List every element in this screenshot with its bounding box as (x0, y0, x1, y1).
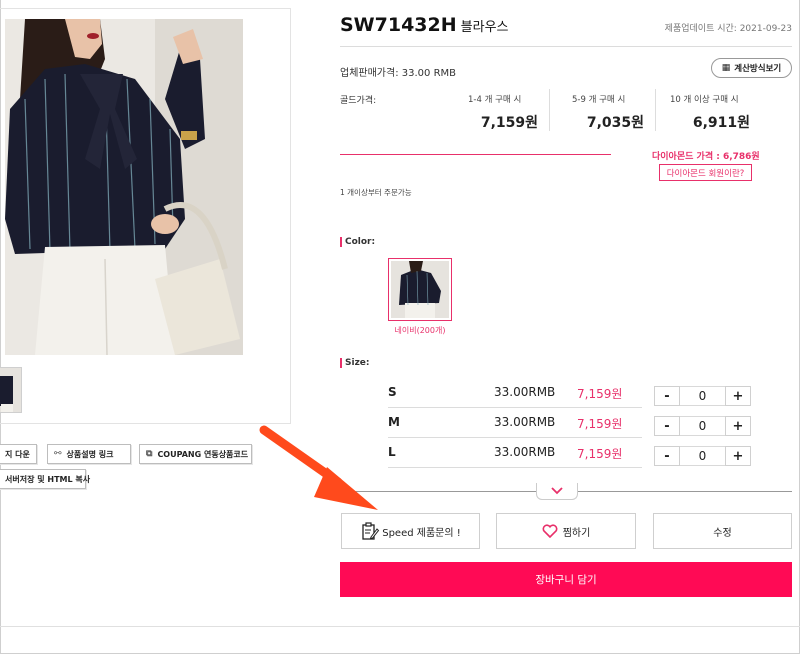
html-copy-label: 서버저장 및 HTML 복사 (5, 474, 91, 484)
size-row-m: M 33.00RMB 7,159원 (388, 408, 642, 438)
add-to-cart-label: 장바구니 담기 (535, 574, 597, 586)
color-option-label: 네이비(200개) (394, 326, 446, 335)
tier-caption: 1-4 개 구매 시 (468, 95, 522, 105)
color-option-navy[interactable] (388, 258, 452, 321)
edit-label: 수정 (713, 527, 732, 539)
quantity-value[interactable]: 0 (679, 417, 726, 435)
product-thumbnail[interactable] (0, 367, 22, 413)
size-name: S (388, 385, 397, 399)
coupang-code-button[interactable]: ⧉ COUPANG 연동상품코드 (139, 444, 252, 464)
diamond-price-label: 다이아몬드 가격 : (652, 152, 720, 162)
image-download-label: 지 다운 (5, 449, 30, 459)
header-divider (340, 46, 792, 47)
coupang-code-label: COUPANG 연동상품코드 (157, 449, 249, 459)
size-name: M (388, 415, 400, 429)
wholesale-price-value: 33.00 RMB (401, 68, 457, 79)
chevron-down-icon (551, 487, 563, 495)
calculator-icon: ▦ (721, 63, 731, 73)
decrease-button[interactable]: - (654, 446, 680, 466)
size-won-price: 7,159원 (577, 417, 623, 431)
price-divider (340, 154, 611, 155)
size-rmb-price: 33.00RMB (494, 445, 556, 459)
size-row-s: S 33.00RMB 7,159원 (388, 378, 642, 408)
calculation-method-label: 계산방식보기 (734, 64, 782, 74)
diamond-price: 다이아몬드 가격 : 6,786원 (652, 149, 760, 162)
increase-button[interactable]: + (725, 416, 751, 436)
add-to-cart-button[interactable]: 장바구니 담기 (340, 562, 792, 597)
color-section-label: Color: (340, 237, 375, 247)
link-icon: ⚯ (54, 449, 62, 459)
image-download-button[interactable]: 지 다운 (0, 444, 37, 464)
copy-icon: ⧉ (146, 449, 153, 459)
price-tier-1: 1-4 개 구매 시 7,159원 (440, 90, 548, 140)
wishlist-label: 찜하기 (562, 527, 591, 539)
calculation-method-button[interactable]: ▦ 계산방식보기 (711, 58, 792, 78)
update-time-label: 제품업데이트 시간: (664, 24, 737, 34)
wholesale-price: 업체판매가격: 33.00 RMB (340, 64, 456, 79)
update-time-value: 2021-09-23 (739, 24, 792, 34)
html-copy-button[interactable]: 서버저장 및 HTML 복사 (0, 469, 90, 489)
clipboard-edit-icon (362, 522, 380, 540)
size-won-price: 7,159원 (577, 387, 623, 401)
update-time: 제품업데이트 시간: 2021-09-23 (665, 21, 792, 34)
diamond-member-info-button[interactable]: 다이아몬드 회원이란? (659, 164, 752, 181)
price-tier-3: 10 개 이상 구매 시 6,911원 (656, 90, 760, 140)
product-image-box (0, 8, 291, 424)
size-rmb-price: 33.00RMB (494, 385, 556, 399)
min-order-note: 1 개이상부터 주문가능 (340, 188, 412, 197)
size-row-l: L 33.00RMB 7,159원 (388, 438, 642, 468)
collapse-toggle[interactable] (536, 483, 578, 500)
product-link-label: 상품설명 링크 (66, 449, 114, 459)
tier-price: 7,159원 (480, 115, 538, 131)
edit-button[interactable]: 수정 (653, 513, 792, 549)
price-tier-2: 5-9 개 구매 시 7,035원 (550, 90, 654, 140)
heart-icon (542, 524, 558, 538)
wholesale-price-label: 업체판매가격: (340, 68, 399, 79)
product-title: SW71432H 블라우스 (340, 14, 509, 36)
size-name: L (388, 445, 396, 459)
size-rmb-price: 33.00RMB (494, 415, 556, 429)
gold-price-label: 골드가격: (340, 96, 377, 106)
product-code: SW71432H (340, 14, 457, 36)
product-main-image[interactable] (5, 19, 243, 355)
decrease-button[interactable]: - (654, 386, 680, 406)
product-link-button[interactable]: ⚯ 상품설명 링크 (47, 444, 131, 464)
footer-divider (0, 626, 800, 627)
tier-price: 6,911원 (692, 115, 750, 131)
decrease-button[interactable]: - (654, 416, 680, 436)
tier-price: 7,035원 (586, 115, 644, 131)
increase-button[interactable]: + (725, 446, 751, 466)
speed-inquiry-label: Speed 제품문의 ! (382, 527, 461, 539)
size-section-label: Size: (340, 358, 370, 368)
quantity-stepper-l: - 0 + (654, 446, 751, 466)
quantity-value[interactable]: 0 (679, 387, 726, 405)
quantity-stepper-m: - 0 + (654, 416, 751, 436)
increase-button[interactable]: + (725, 386, 751, 406)
size-won-price: 7,159원 (577, 447, 623, 461)
tier-caption: 10 개 이상 구매 시 (670, 95, 739, 105)
product-category: 블라우스 (460, 20, 509, 35)
diamond-price-value: 6,786원 (722, 152, 760, 162)
wishlist-button[interactable]: 찜하기 (496, 513, 636, 549)
tier-caption: 5-9 개 구매 시 (572, 95, 626, 105)
quantity-value[interactable]: 0 (679, 447, 726, 465)
speed-inquiry-button[interactable]: Speed 제품문의 ! (341, 513, 480, 549)
quantity-stepper-s: - 0 + (654, 386, 751, 406)
